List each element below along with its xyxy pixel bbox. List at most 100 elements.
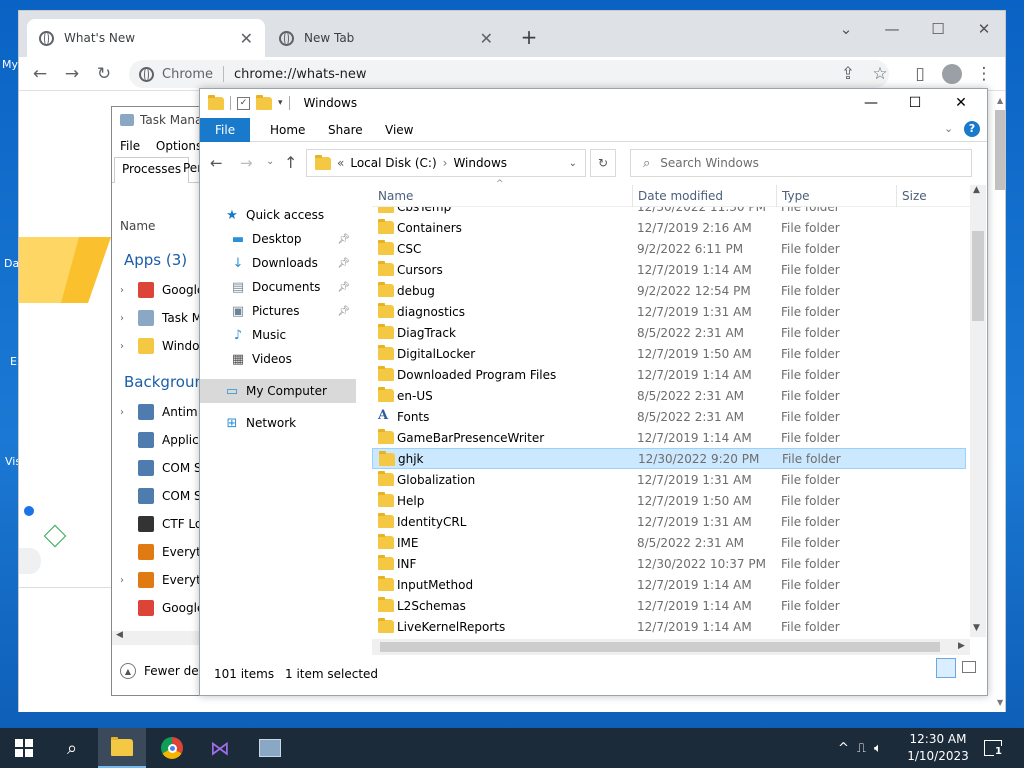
details-view-icon[interactable] [936,658,956,678]
minimize-button[interactable]: — [848,89,894,117]
file-row[interactable]: en-US 8/5/2022 2:31 AM File folder [372,385,966,406]
share-icon[interactable]: ⇪ [835,61,861,87]
expand-icon[interactable]: › [120,407,130,418]
nav-item-music[interactable]: ♪ Music [200,323,356,347]
file-row[interactable]: CSC 9/2/2022 6:11 PM File folder [372,238,966,259]
file-row[interactable]: CbsTemp 12/30/2022 11:30 PM File folder [372,207,966,217]
recent-locations-icon[interactable]: ⌄ [266,156,274,167]
column-name[interactable]: Name [120,219,155,233]
chevron-down-icon[interactable]: ⌄ [569,158,577,169]
scroll-up-icon[interactable]: ▲ [997,96,1003,105]
page-scrollbar-thumb[interactable] [995,110,1005,190]
up-arrow-icon[interactable]: ↑ [284,153,297,172]
properties-check-icon[interactable]: ✓ [237,96,250,110]
column-date-modified[interactable]: Date modified [638,189,723,203]
close-button[interactable]: ✕ [938,89,984,117]
nav-item-my-computer[interactable]: ▭ My Computer [200,379,356,403]
column-type[interactable]: Type [782,189,810,203]
expand-icon[interactable]: › [120,313,130,324]
forward-arrow-icon[interactable]: → [59,61,85,87]
scrollbar-thumb[interactable] [972,231,984,321]
file-row[interactable]: Downloaded Program Files 12/7/2019 1:14 A… [372,364,966,385]
file-row[interactable]: DigitalLocker 12/7/2019 1:50 AM File folde… [372,343,966,364]
pin-icon[interactable]: 📌︎ [337,234,350,245]
pin-icon[interactable]: 📌︎ [337,282,350,293]
process-row[interactable]: COM S [120,457,202,479]
process-row[interactable]: › Task M [120,307,202,329]
expand-icon[interactable]: › [120,575,130,586]
menu-kebab-icon[interactable]: ⋮ [971,61,997,87]
clock[interactable]: 12:30 AM 1/10/2023 [900,731,976,765]
process-row[interactable]: › Antim [120,401,198,423]
desktop-icon-label[interactable]: My [2,58,18,71]
profile-avatar-icon[interactable] [939,61,965,87]
back-arrow-icon[interactable]: ← [27,61,53,87]
reload-icon[interactable]: ↻ [91,61,117,87]
file-row[interactable]: A Fonts 8/5/2022 2:31 AM File folder [372,406,966,427]
close-icon[interactable]: ✕ [480,29,493,48]
ribbon-tab-view[interactable]: View [370,118,428,142]
file-row[interactable]: Cursors 12/7/2019 1:14 AM File folder [372,259,966,280]
desktop-icon-label[interactable]: Da [4,257,19,270]
scrollbar-thumb[interactable] [380,642,940,652]
chevron-up-icon[interactable]: ^ [838,741,849,756]
process-row[interactable]: CTF Lo [120,513,202,535]
omnibox[interactable]: Chrome chrome://whats-new [129,60,889,88]
file-row[interactable]: LiveKernelReports 12/7/2019 1:14 AM File f… [372,616,966,637]
maximize-button[interactable]: ☐ [892,89,938,117]
bookmark-star-icon[interactable]: ☆ [867,61,893,87]
file-row[interactable]: Containers 12/7/2019 2:16 AM File folder [372,217,966,238]
large-icons-view-icon[interactable] [962,661,976,673]
pin-icon[interactable]: 📌︎ [337,258,350,269]
file-row[interactable]: Help 12/7/2019 1:50 AM File folder [372,490,966,511]
fewer-details-button[interactable]: ▲ Fewer det [120,663,203,679]
task-manager-taskbar[interactable] [246,728,294,768]
new-folder-icon[interactable] [256,94,272,110]
chrome-taskbar[interactable] [148,728,196,768]
process-row[interactable]: › Windo [120,335,200,357]
network-icon[interactable]: ⎍ [857,741,866,756]
volume-icon[interactable]: 🔈︎ [874,741,882,756]
horizontal-scrollbar[interactable]: ▶ [372,639,970,655]
file-row[interactable]: Globalization 12/7/2019 1:31 AM File folde… [372,469,966,490]
desktop-icon-label[interactable]: E [10,355,17,368]
tab-new-tab[interactable]: New Tab ✕ [267,19,505,57]
scroll-down-icon[interactable]: ▼ [973,623,980,633]
process-row[interactable]: › Google [120,279,204,301]
forward-arrow-icon[interactable]: → [240,154,253,172]
file-row[interactable]: IME 8/5/2022 2:31 AM File folder [372,532,966,553]
nav-item-desktop[interactable]: ▬ Desktop 📌︎ [200,227,356,251]
nav-item-documents[interactable]: ▤ Documents 📌︎ [200,275,356,299]
file-row[interactable]: debug 9/2/2022 12:54 PM File folder [372,280,966,301]
scroll-up-icon[interactable]: ▲ [973,185,980,195]
breadcrumb-windows[interactable]: Windows [453,156,507,170]
breadcrumb-overflow[interactable]: « [337,156,344,170]
column-size[interactable]: Size [902,189,927,203]
file-row[interactable]: GameBarPresenceWriter 12/7/2019 1:14 AM Fi… [372,427,966,448]
process-row[interactable]: Google [120,597,204,619]
tab-whats-new[interactable]: What's New ✕ [27,19,265,57]
search-input[interactable]: ⌕ Search Windows [630,149,972,177]
nav-item-network[interactable]: ⊞ Network [200,411,356,435]
close-icon[interactable]: ✕ [240,29,253,48]
nav-item-videos[interactable]: ▦ Videos [200,347,356,371]
menu-file[interactable]: File [120,139,140,153]
nav-item-quick-access[interactable]: ★ Quick access [200,203,356,227]
process-row[interactable]: Everyt [120,541,201,563]
process-row[interactable]: Applic [120,429,199,451]
file-row[interactable]: ghjk 12/30/2022 9:20 PM File folder [372,448,966,469]
menu-options[interactable]: Options [156,139,202,153]
breadcrumb-local-disk[interactable]: Local Disk (C:) [350,156,436,170]
scroll-right-icon[interactable]: ▶ [958,641,965,651]
file-row[interactable]: DiagTrack 8/5/2022 2:31 AM File folder [372,322,966,343]
pin-icon[interactable]: 📌︎ [337,306,350,317]
expand-icon[interactable]: › [120,285,130,296]
ribbon-tab-home[interactable]: Home [255,118,320,142]
help-icon[interactable]: ? [964,121,980,137]
column-name[interactable]: Name [378,189,413,203]
file-row[interactable]: L2Schemas 12/7/2019 1:14 AM File folder [372,595,966,616]
side-panel-icon[interactable]: ▯ [907,61,933,87]
process-row[interactable]: COM S [120,485,202,507]
visual-studio-taskbar[interactable]: ⋈ [196,728,244,768]
address-bar[interactable]: « Local Disk (C:) › Windows ⌄ [306,149,586,177]
